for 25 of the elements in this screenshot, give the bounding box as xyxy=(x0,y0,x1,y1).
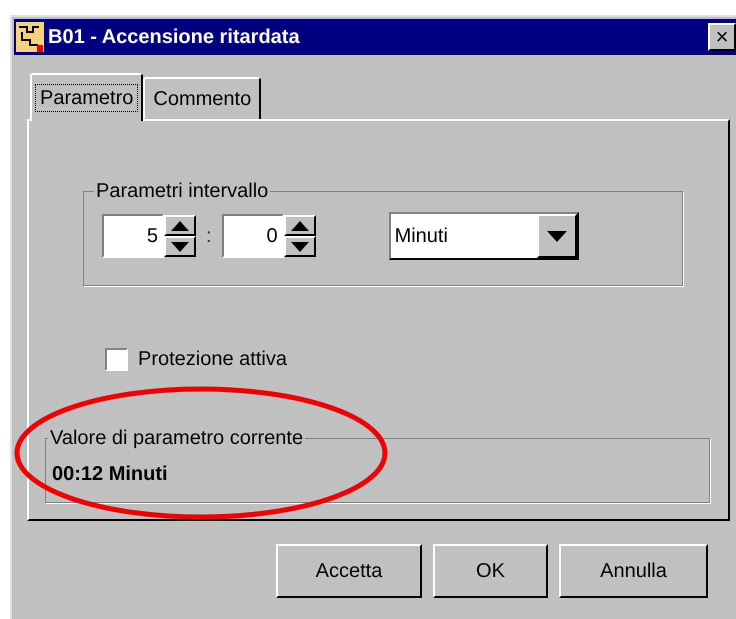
dialog-button[interactable]: Accetta xyxy=(276,544,422,598)
dialog-button[interactable]: OK xyxy=(433,544,548,598)
time-separator: : xyxy=(206,224,212,249)
down-arrow-icon xyxy=(171,242,189,252)
spin-up-button[interactable] xyxy=(164,215,196,236)
tab[interactable]: Parametro xyxy=(30,73,144,121)
number-field[interactable]: 0 xyxy=(222,214,284,258)
tab[interactable]: Commento xyxy=(143,77,262,119)
number-field[interactable]: 5 xyxy=(102,214,164,258)
up-arrow-icon xyxy=(290,220,309,230)
current-value: 00:12 Minuti xyxy=(52,462,169,487)
unit-dropdown[interactable]: Minuti xyxy=(388,212,579,260)
checkbox[interactable] xyxy=(105,348,128,370)
close-button[interactable]: × xyxy=(708,23,736,51)
spin-up-button[interactable] xyxy=(284,215,316,236)
circuit-icon xyxy=(16,22,44,52)
window-title: B01 - Accensione ritardata xyxy=(48,25,301,50)
group-label: Valore di parametro corrente xyxy=(49,426,304,451)
spin-down-button[interactable] xyxy=(164,236,196,257)
spin-down-button[interactable] xyxy=(284,236,316,257)
up-arrow-icon xyxy=(171,220,189,230)
dialog-button[interactable]: Annulla xyxy=(559,544,708,598)
checkbox-label: Protezione attiva xyxy=(138,347,287,372)
down-arrow-icon xyxy=(290,242,309,252)
group-label: Parametri intervallo xyxy=(95,179,270,204)
